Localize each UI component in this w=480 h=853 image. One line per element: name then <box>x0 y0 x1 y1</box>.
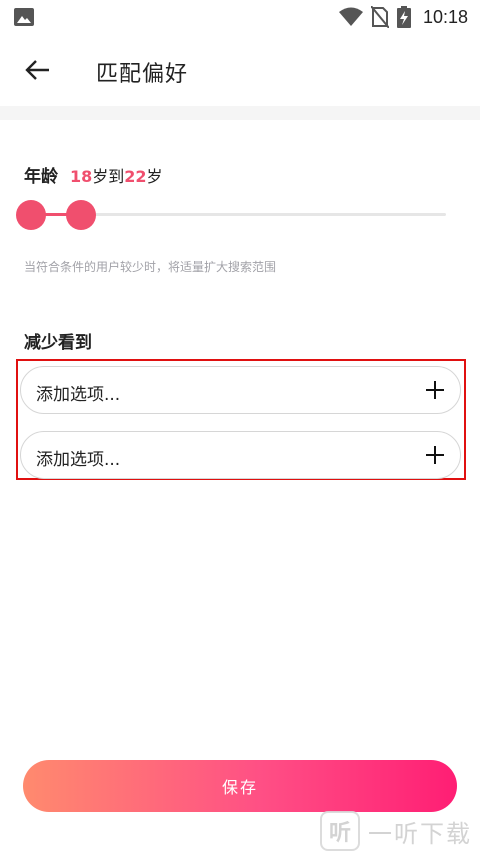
age-max-value: 22 <box>124 167 147 186</box>
watermark-text: 一听下载 <box>368 819 472 848</box>
age-range-slider[interactable] <box>16 200 446 230</box>
add-option-button[interactable]: 添加选项... <box>20 431 461 479</box>
no-sim-icon <box>370 6 389 28</box>
plus-icon <box>426 446 444 464</box>
image-notification-icon <box>14 8 34 26</box>
save-button[interactable]: 保存 <box>23 760 457 812</box>
arrow-left-icon <box>25 60 49 80</box>
slider-thumb-min[interactable] <box>16 200 46 230</box>
age-max-unit: 岁 <box>146 167 163 186</box>
age-min-value: 18 <box>70 167 93 186</box>
page-title: 匹配偏好 <box>96 62 189 87</box>
add-option-label: 添加选项... <box>36 385 121 405</box>
watermark: 听 一听下载 <box>320 810 472 852</box>
back-button[interactable] <box>20 54 54 86</box>
battery-charging-icon <box>396 6 411 28</box>
age-label: 年龄 <box>24 167 58 187</box>
wifi-icon <box>338 7 363 26</box>
add-option-button[interactable]: 添加选项... <box>20 366 461 414</box>
app-bar: 匹配偏好 <box>0 34 480 106</box>
age-range-text: 18岁到22岁 <box>70 163 163 187</box>
slider-thumb-max[interactable] <box>66 200 96 230</box>
plus-icon <box>426 381 444 399</box>
age-hint-text: 当符合条件的用户较少时，将适量扩大搜索范围 <box>24 260 277 274</box>
age-min-unit: 岁到 <box>92 167 125 186</box>
watermark-logo: 听 <box>320 811 360 851</box>
section-divider <box>0 106 480 120</box>
add-option-label: 添加选项... <box>36 450 121 470</box>
status-time: 10:18 <box>422 6 468 27</box>
status-bar: 10:18 <box>0 0 480 34</box>
reduce-section-title: 减少看到 <box>24 333 92 353</box>
